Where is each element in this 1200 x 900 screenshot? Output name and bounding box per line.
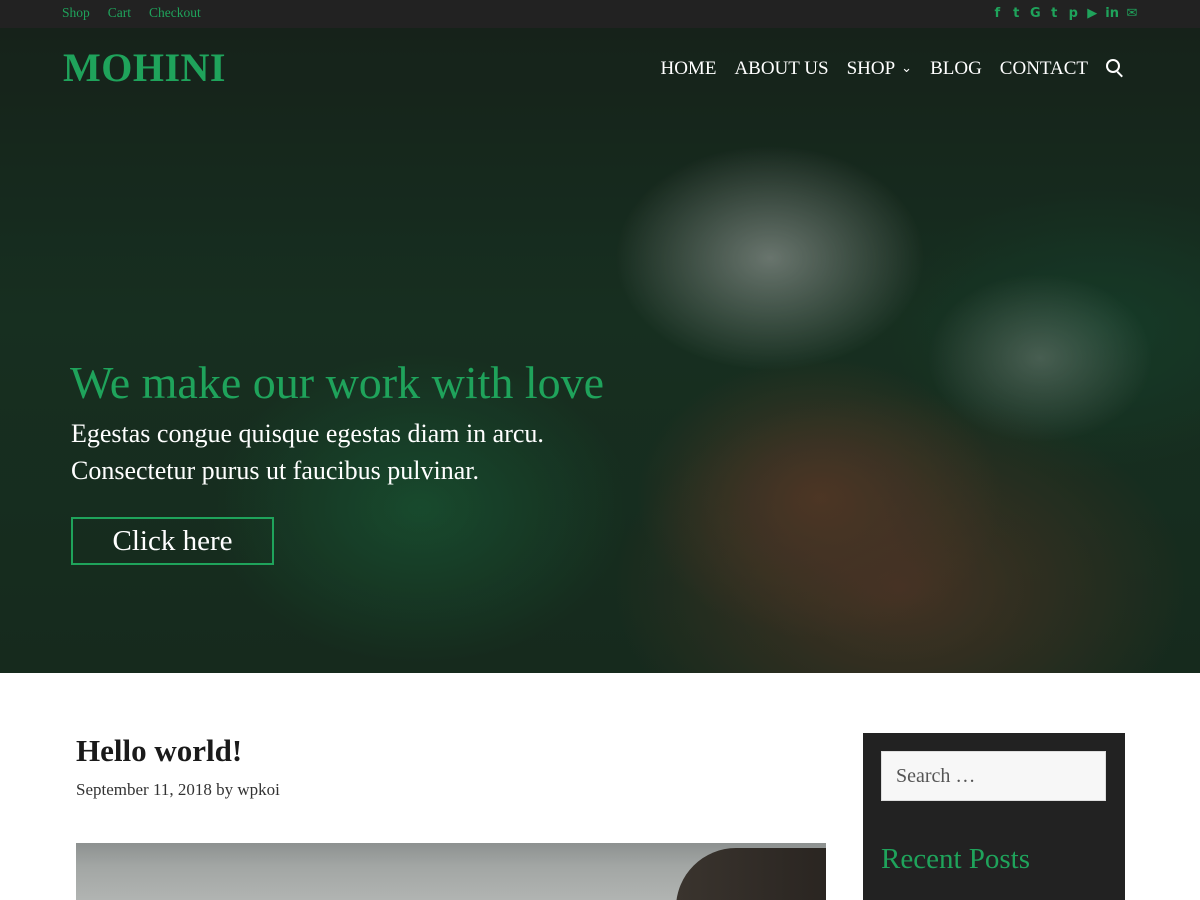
post-author[interactable]: wpkoi: [237, 780, 280, 799]
facebook-icon[interactable]: f: [991, 6, 1003, 22]
site-logo[interactable]: MOHINI: [63, 44, 226, 91]
chevron-down-icon: ⌄: [901, 61, 913, 76]
sidebar-search-input[interactable]: [881, 751, 1106, 801]
nav-shop[interactable]: SHOP ⌄: [847, 58, 912, 80]
nav-shop-label: SHOP: [846, 58, 896, 79]
hero-cta-button[interactable]: Click here: [71, 517, 274, 565]
top-link-cart[interactable]: Cart: [108, 5, 131, 21]
nav-home[interactable]: HOME: [660, 58, 716, 80]
linkedin-icon[interactable]: in: [1105, 6, 1119, 22]
post-meta: September 11, 2018 by wpkoi: [76, 780, 280, 800]
top-link-shop[interactable]: Shop: [62, 5, 90, 21]
post-title[interactable]: Hello world!: [76, 733, 242, 769]
main-nav: HOME ABOUT US SHOP ⌄ BLOG CONTACT: [660, 58, 1088, 80]
hero-subtitle-line-1: Egestas congue quisque egestas diam in a…: [71, 419, 544, 448]
nav-contact[interactable]: CONTACT: [1000, 58, 1088, 80]
email-icon[interactable]: ✉: [1126, 6, 1138, 22]
top-bar: Shop Cart Checkout f t G t p ▶ in ✉: [0, 0, 1200, 28]
nav-about-us[interactable]: ABOUT US: [734, 58, 828, 80]
youtube-icon[interactable]: ▶: [1086, 6, 1098, 22]
top-link-checkout[interactable]: Checkout: [149, 5, 201, 21]
nav-blog[interactable]: BLOG: [930, 58, 982, 80]
google-icon[interactable]: G: [1029, 6, 1041, 22]
post-by: by: [216, 780, 234, 799]
sidebar: Recent Posts: [863, 733, 1125, 900]
hero-section: [0, 28, 1200, 673]
search-icon-handle: [1116, 71, 1123, 78]
post-featured-image[interactable]: [76, 843, 826, 900]
search-icon[interactable]: [1106, 59, 1126, 79]
top-links: Shop Cart Checkout: [62, 5, 201, 21]
hero-title: We make our work with love: [70, 357, 605, 408]
hero-subtitle-line-2: Consectetur purus ut faucibus pulvinar.: [71, 456, 479, 485]
social-links: f t G t p ▶ in ✉: [991, 6, 1138, 22]
tumblr-icon[interactable]: t: [1048, 6, 1060, 22]
pinterest-icon[interactable]: p: [1067, 6, 1079, 22]
recent-posts-heading: Recent Posts: [881, 843, 1031, 875]
hero-background-image: [0, 28, 1200, 673]
twitter-icon[interactable]: t: [1010, 6, 1022, 22]
post-date[interactable]: September 11, 2018: [76, 780, 212, 799]
post-image-cliff: [676, 848, 826, 900]
